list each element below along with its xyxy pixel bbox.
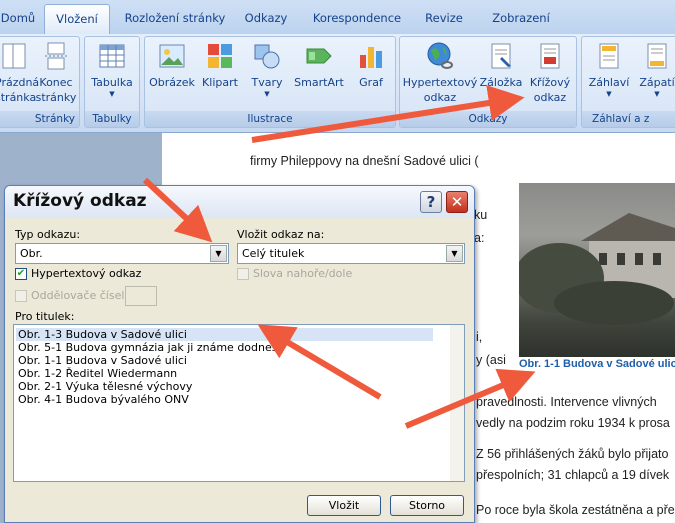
annotation-arrows [142, 85, 536, 429]
arrow-to-caption [404, 368, 536, 429]
arrow-to-cross-reference-button [251, 85, 525, 143]
arrow-to-type-select [142, 177, 213, 243]
arrow-to-list-item [257, 324, 382, 400]
